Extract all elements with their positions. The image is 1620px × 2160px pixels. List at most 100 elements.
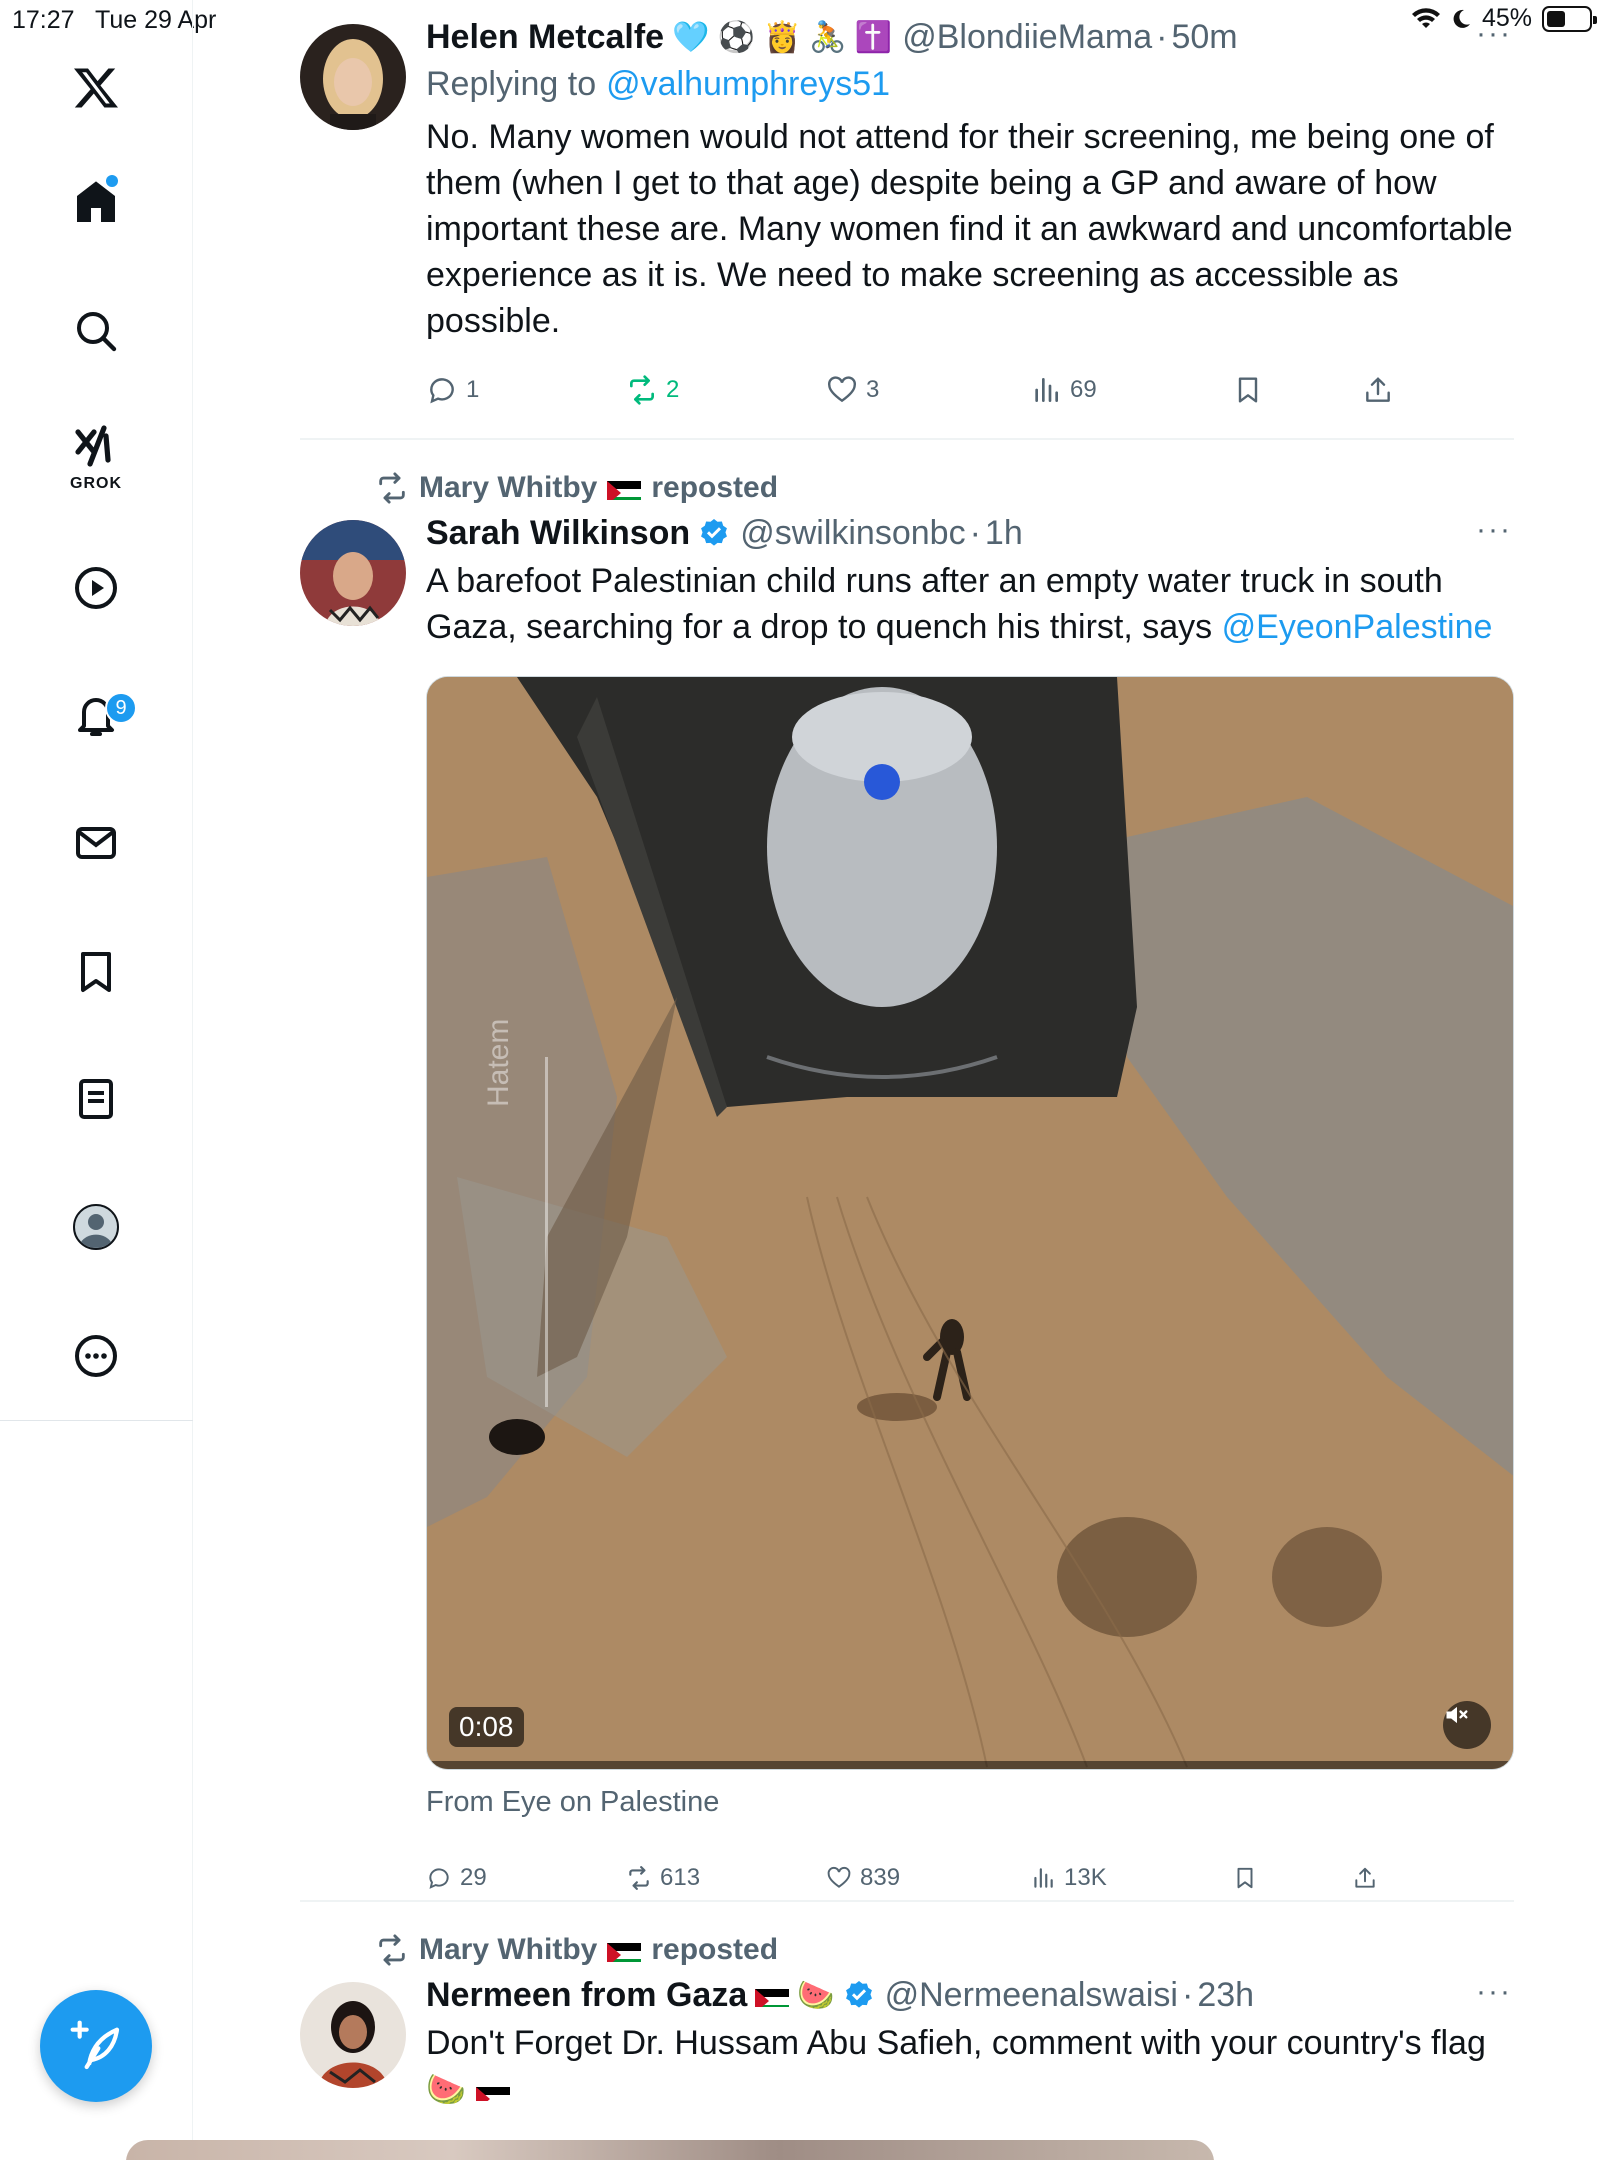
repost-icon: [379, 1934, 405, 1966]
reply-count: 1: [466, 376, 480, 403]
video-source[interactable]: From Eye on Palestine: [426, 1786, 719, 1819]
reply-button[interactable]: 1: [426, 370, 479, 410]
bookmark-icon: [81, 952, 111, 992]
author-handle[interactable]: @BlondiieMama: [902, 18, 1152, 57]
more-options-button[interactable]: ···: [1474, 19, 1514, 54]
sidebar-item-videos[interactable]: [56, 548, 136, 628]
more-options-button[interactable]: ···: [1474, 515, 1514, 550]
post-time[interactable]: 23h: [1197, 1976, 1254, 2015]
tweet-divider: [300, 438, 1514, 440]
avatar-nermeen-from-gaza[interactable]: [300, 1982, 406, 2088]
sidebar: GROK 9: [0, 0, 193, 2160]
sidebar-item-search[interactable]: [56, 291, 136, 371]
reposter-name: Mary Whitby: [419, 1933, 598, 1966]
video-duration: 0:08: [449, 1707, 524, 1747]
tweet-text: Don't Forget Dr. Hussam Abu Safieh, comm…: [426, 2024, 1486, 2062]
grok-icon: [75, 425, 111, 467]
author-name[interactable]: Nermeen from Gaza: [426, 1976, 747, 2015]
tweet-media-preview[interactable]: [126, 2140, 1214, 2160]
tweet-text-emojis: 🍉: [426, 2066, 1514, 2112]
video-watermark: Hatem: [482, 1018, 515, 1107]
feather-plus-icon: [70, 2020, 120, 2070]
unmute-button[interactable]: [1443, 1701, 1491, 1749]
post-time[interactable]: 50m: [1171, 18, 1237, 57]
author-handle[interactable]: @swilkinsonbc: [740, 514, 965, 553]
repost-icon: [379, 472, 405, 504]
author-handle[interactable]: @Nermeenalswaisi: [885, 1976, 1178, 2015]
reply-icon: [430, 378, 454, 404]
more-options-button[interactable]: ···: [1474, 1977, 1514, 2012]
compose-post-button[interactable]: [40, 1990, 152, 2102]
envelope-icon: [76, 827, 116, 859]
reply-button[interactable]: 29: [426, 1858, 487, 1898]
sidebar-item-notifications[interactable]: 9: [56, 676, 137, 756]
heart-icon: [828, 376, 856, 403]
reposter-name: Mary Whitby: [419, 471, 598, 504]
battery-icon: [1542, 5, 1597, 32]
video-player[interactable]: Hatem 0:08: [426, 676, 1514, 1770]
author-name[interactable]: Helen Metcalfe: [426, 18, 664, 57]
replying-to-handle[interactable]: @valhumphreys51: [606, 65, 890, 104]
verified-badge-icon: [701, 519, 728, 546]
palestine-flag-icon: [475, 2077, 510, 2101]
list-icon: [79, 1079, 113, 1119]
repost-icon: [630, 375, 654, 405]
reply-count: 29: [460, 1864, 487, 1891]
sidebar-item-grok[interactable]: GROK: [56, 415, 136, 495]
palestine-flag-icon: [607, 1938, 642, 1962]
bookmark-icon: [1238, 377, 1258, 403]
tweet-actions: 29 613 839 13K: [426, 1858, 1426, 1898]
bookmark-icon: [1237, 1867, 1253, 1889]
views-button[interactable]: 69: [1030, 370, 1097, 410]
post-time[interactable]: 1h: [985, 514, 1023, 553]
tweet-header: Sarah Wilkinson @swilkinsonbc · 1h: [426, 513, 1023, 553]
video-progress-bar[interactable]: [427, 1761, 1513, 1769]
reposted-by[interactable]: Mary Whitby reposted: [375, 468, 778, 508]
battery-fill: [1547, 10, 1565, 27]
repost-count: 613: [660, 1864, 701, 1891]
avatar-helen-metcalfe[interactable]: [300, 24, 406, 130]
share-button[interactable]: [1352, 1858, 1378, 1898]
sidebar-item-messages[interactable]: [56, 803, 136, 883]
mention-link[interactable]: @EyeonPalestine: [1222, 608, 1493, 646]
reply-icon: [429, 1868, 449, 1889]
views-chart-icon: [1034, 1868, 1053, 1888]
notifications-badge: 9: [105, 692, 137, 724]
sidebar-item-more[interactable]: [56, 1316, 136, 1396]
profile-avatar-icon: [73, 1204, 119, 1250]
view-count: 13K: [1064, 1864, 1107, 1891]
like-button[interactable]: 3: [826, 370, 879, 410]
sidebar-item-lists[interactable]: [56, 1059, 136, 1139]
views-chart-icon: [1035, 378, 1058, 402]
sidebar-item-home[interactable]: [56, 162, 136, 242]
avatar-sarah-wilkinson[interactable]: [300, 520, 406, 626]
reposted-label: reposted: [651, 1933, 779, 1966]
palestine-flag-icon: [607, 476, 642, 500]
muted-speaker-icon: [1446, 1706, 1468, 1724]
sidebar-divider: [0, 1420, 193, 1421]
bookmark-button[interactable]: [1232, 370, 1264, 410]
repost-button[interactable]: 2: [626, 370, 679, 410]
bookmark-button[interactable]: [1232, 1858, 1258, 1898]
tweet-actions: 1 2 3 69: [426, 370, 1426, 410]
views-button[interactable]: 13K: [1030, 1858, 1107, 1898]
author-name[interactable]: Sarah Wilkinson: [426, 514, 690, 553]
repost-button[interactable]: 613: [626, 1858, 700, 1898]
sidebar-item-bookmarks[interactable]: [56, 932, 136, 1012]
verified-badge-icon: [845, 1981, 872, 2008]
x-logo-icon[interactable]: [56, 48, 136, 128]
sidebar-item-profile[interactable]: [56, 1187, 136, 1267]
watermelon-emoji: 🍉: [426, 2071, 466, 2107]
tweet-divider: [300, 1900, 1514, 1902]
reposted-by[interactable]: Mary Whitby reposted: [375, 1930, 778, 1970]
share-icon: [1366, 377, 1390, 402]
share-button[interactable]: [1362, 370, 1394, 410]
like-button[interactable]: 839: [826, 1858, 900, 1898]
replying-to-label: Replying to: [426, 64, 597, 103]
palestine-flag-icon: [755, 1983, 790, 2007]
home-unread-dot: [106, 175, 118, 187]
tweet-header: Nermeen from Gaza 🍉 @Nermeenalswaisi · 2…: [426, 1975, 1255, 2015]
tweet-header: Helen Metcalfe 🩵 ⚽ 👸 🚴 ✝️ @BlondiieMama …: [426, 17, 1238, 57]
replying-to: Replying to @valhumphreys51: [426, 60, 1514, 108]
author-name-emojis: 🩵 ⚽ 👸 🚴 ✝️: [672, 20, 893, 54]
